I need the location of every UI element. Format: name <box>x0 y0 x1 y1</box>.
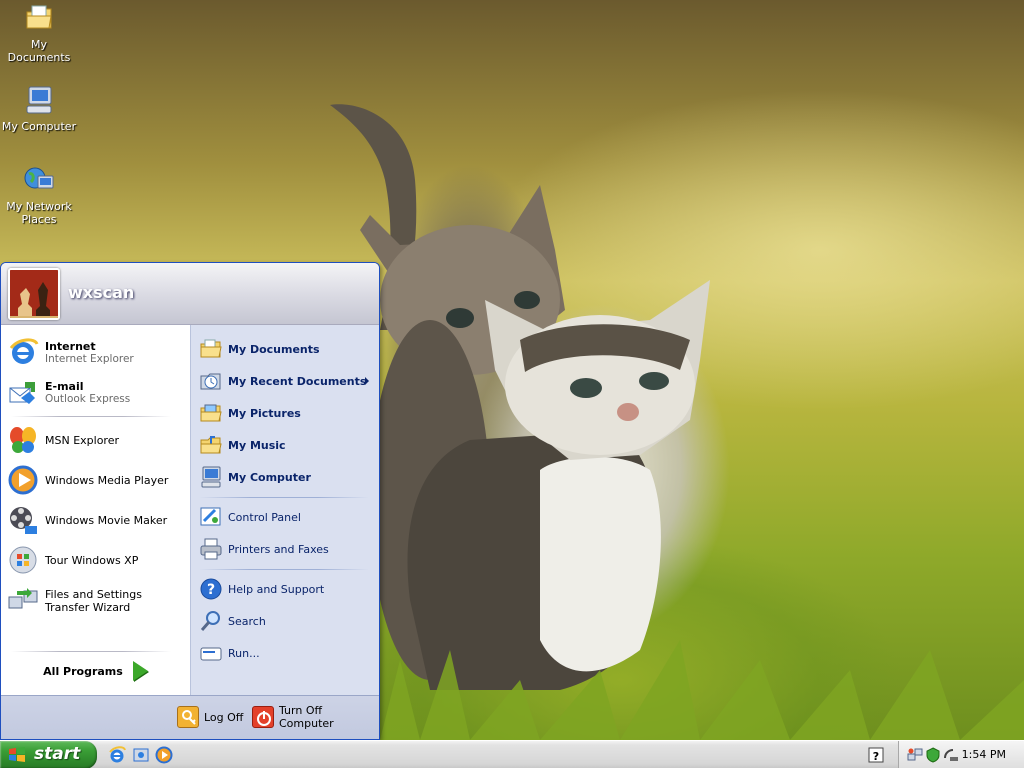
all-programs-button[interactable]: All Programs <box>1 655 190 687</box>
places-item-label: My Pictures <box>228 406 301 420</box>
control-panel-icon <box>199 505 223 529</box>
menu-item-label: MSN Explorer <box>45 433 119 447</box>
tour-xp-icon <box>7 544 39 576</box>
menu-item-title: Internet <box>45 339 96 353</box>
menu-separator <box>11 651 171 652</box>
help-icon: ? <box>199 577 223 601</box>
desktop-icon-label: My Network Places <box>6 200 72 226</box>
help-item-help-support[interactable]: ? Help and Support <box>199 575 375 603</box>
recent-documents-icon <box>199 369 223 393</box>
menu-item-tour-windows-xp[interactable]: Tour Windows XP <box>7 541 186 579</box>
folder-pictures-icon <box>199 401 223 425</box>
start-label: start <box>34 744 81 764</box>
menu-item-title: E-mail <box>45 379 84 393</box>
show-desktop-icon[interactable] <box>132 746 150 764</box>
start-button[interactable]: start <box>0 741 97 768</box>
menu-item-windows-media-player[interactable]: Windows Media Player <box>7 461 186 499</box>
menu-item-subtitle: Internet Explorer <box>45 352 134 365</box>
places-item-label: My Recent Documents <box>228 374 367 388</box>
run-icon <box>199 641 223 665</box>
folder-documents-icon <box>23 2 55 34</box>
places-item-label: My Music <box>228 438 286 452</box>
start-menu: wxscan Internet Internet Explorer E-mail <box>0 262 380 740</box>
media-player-icon <box>7 464 39 496</box>
menu-item-subtitle: Outlook Express <box>45 392 131 405</box>
all-programs-label: All Programs <box>43 664 123 678</box>
computer-icon <box>23 84 55 116</box>
green-arrow-icon <box>132 661 148 681</box>
menu-item-label: Windows Media Player <box>45 473 169 487</box>
settings-item-label: Control Panel <box>228 510 301 524</box>
desktop-icon-my-network-places[interactable]: My Network Places <box>0 164 78 226</box>
transfer-wizard-icon <box>7 585 39 617</box>
internet-explorer-icon <box>7 336 39 368</box>
msn-butterfly-icon <box>7 424 39 456</box>
user-avatar[interactable] <box>8 268 60 320</box>
svg-text:?: ? <box>873 750 879 763</box>
places-item-label: My Documents <box>228 342 320 356</box>
desktop-icon-my-documents[interactable]: My Documents <box>0 2 78 64</box>
key-icon <box>177 706 199 728</box>
system-tray: 1:54 PM <box>898 741 1024 768</box>
help-item-search[interactable]: Search <box>199 607 375 635</box>
desktop-icon-my-computer[interactable]: My Computer <box>0 84 78 133</box>
svg-text:?: ? <box>207 582 215 598</box>
security-tray-icon[interactable] <box>925 747 941 763</box>
menu-item-label: Windows Movie Maker <box>45 513 168 527</box>
places-item-my-recent-documents[interactable]: My Recent Documents <box>199 367 375 395</box>
settings-item-printers-faxes[interactable]: Printers and Faxes <box>199 535 375 563</box>
menu-separator <box>11 416 171 417</box>
menu-item-email[interactable]: E-mail Outlook Express <box>7 373 186 411</box>
system-clock[interactable]: 1:54 PM <box>962 748 1006 761</box>
folder-music-icon <box>199 433 223 457</box>
search-icon <box>199 609 223 633</box>
menu-item-windows-movie-maker[interactable]: Windows Movie Maker <box>7 501 186 539</box>
help-item-label: Search <box>228 614 266 628</box>
movie-maker-icon <box>7 504 39 536</box>
user-name: wxscan <box>68 283 135 302</box>
menu-item-msn-explorer[interactable]: MSN Explorer <box>7 421 186 459</box>
power-icon <box>252 706 274 728</box>
turn-off-label: Turn Off Computer <box>279 704 334 730</box>
modem-tray-icon[interactable] <box>943 747 959 763</box>
windows-logo-icon <box>8 747 26 763</box>
printer-icon <box>199 537 223 561</box>
places-item-my-pictures[interactable]: My Pictures <box>199 399 375 427</box>
desktop-icon-label: My Computer <box>1 120 77 133</box>
help-item-label: Run... <box>228 646 260 660</box>
start-menu-left-pane: Internet Internet Explorer E-mail Outloo… <box>1 325 190 697</box>
outlook-express-icon <box>7 376 39 408</box>
network-tray-icon[interactable] <box>907 747 923 763</box>
help-item-run[interactable]: Run... <box>199 639 375 667</box>
start-menu-right-pane: My Documents My Recent Documents My Pict… <box>190 325 379 697</box>
places-item-my-computer[interactable]: My Computer <box>199 463 375 491</box>
internet-explorer-icon[interactable] <box>108 746 126 764</box>
menu-separator <box>199 497 369 498</box>
places-item-my-music[interactable]: My Music <box>199 431 375 459</box>
computer-icon <box>199 465 223 489</box>
taskbar: start ? 1:54 PM <box>0 740 1024 768</box>
log-off-button[interactable]: Log Off <box>177 704 243 730</box>
network-places-icon <box>23 164 55 196</box>
menu-separator <box>199 569 369 570</box>
start-menu-body: Internet Internet Explorer E-mail Outloo… <box>1 325 379 697</box>
menu-item-label: Files and Settings Transfer Wizard <box>45 588 142 614</box>
media-player-icon[interactable] <box>155 746 173 764</box>
menu-item-internet[interactable]: Internet Internet Explorer <box>7 333 186 371</box>
places-item-label: My Computer <box>228 470 311 484</box>
folder-documents-icon <box>199 337 223 361</box>
places-item-my-documents[interactable]: My Documents <box>199 335 375 363</box>
menu-item-label: Tour Windows XP <box>45 553 139 567</box>
turn-off-computer-button[interactable]: Turn Off Computer <box>252 704 379 730</box>
desktop-icon-label: My Documents <box>7 38 71 64</box>
menu-item-files-settings-transfer[interactable]: Files and Settings Transfer Wizard <box>7 581 186 621</box>
submenu-arrow-icon <box>365 377 369 385</box>
help-tray-icon[interactable]: ? <box>868 747 886 765</box>
start-menu-footer: Log Off Turn Off Computer <box>1 695 379 739</box>
start-menu-header: wxscan <box>1 263 379 325</box>
settings-item-control-panel[interactable]: Control Panel <box>199 503 375 531</box>
help-item-label: Help and Support <box>228 582 325 596</box>
log-off-label: Log Off <box>204 710 244 724</box>
settings-item-label: Printers and Faxes <box>228 542 329 556</box>
